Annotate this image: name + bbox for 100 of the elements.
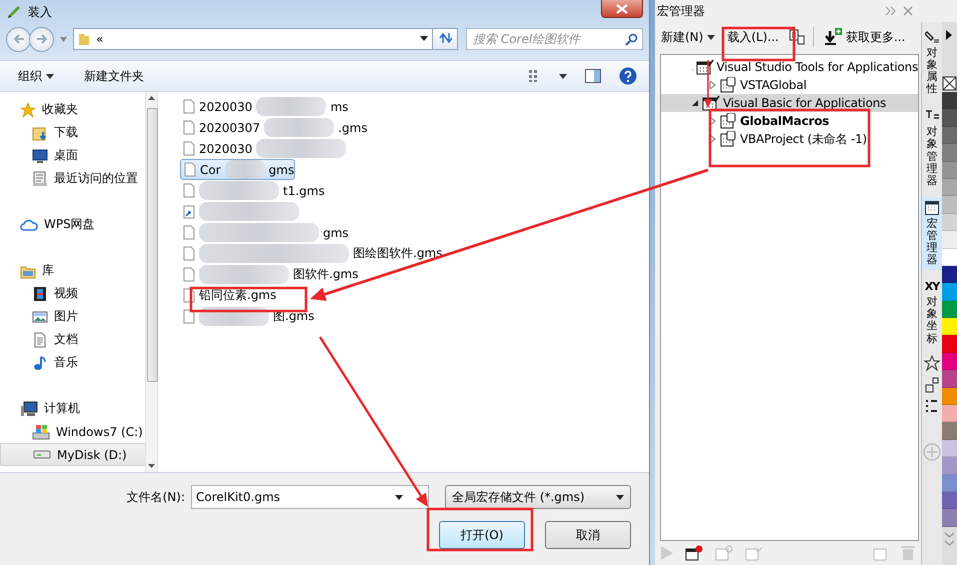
pause-macro-icon[interactable] [715, 545, 733, 561]
color-swatch[interactable] [942, 248, 957, 266]
caret-icon[interactable] [559, 74, 567, 78]
address-field[interactable]: « [73, 28, 433, 50]
color-swatch[interactable] [942, 214, 957, 232]
back-button[interactable] [6, 26, 31, 52]
color-swatch[interactable] [942, 109, 957, 127]
nav-item[interactable]: Windows7 (C:) [0, 420, 145, 443]
nav-item[interactable]: 图片 [0, 305, 145, 328]
file-row[interactable]: 2020030 ms [180, 96, 348, 117]
color-swatch[interactable] [942, 231, 957, 249]
preview-pane-icon[interactable] [585, 69, 601, 83]
nav-item[interactable]: 文档 [0, 328, 145, 351]
caret-icon[interactable] [46, 74, 54, 78]
side-tab[interactable]: XY 对象坐标 [922, 276, 942, 349]
scrollbar[interactable] [145, 92, 158, 472]
load-button[interactable]: 载入(L)... [725, 26, 781, 48]
color-swatch[interactable] [942, 300, 957, 318]
new-folder-button[interactable]: 新建文件夹 [78, 66, 150, 86]
color-swatch[interactable] [942, 492, 957, 510]
macro-project-icon [696, 59, 714, 75]
color-swatch[interactable] [942, 196, 957, 214]
tree-row[interactable]: VBAProject (未命名 -1) [661, 130, 918, 148]
forward-button[interactable] [29, 26, 54, 52]
caret-icon[interactable] [420, 36, 428, 41]
color-swatch[interactable] [942, 440, 957, 458]
nav-item[interactable]: 下载 [0, 121, 145, 144]
dotted-list-icon[interactable] [925, 398, 939, 413]
star-icon[interactable] [924, 354, 940, 371]
color-swatch[interactable] [942, 457, 957, 475]
file-row[interactable]: Cor gms [180, 159, 296, 180]
scroll-down-icon[interactable] [148, 464, 155, 468]
organize-menu[interactable]: 组织 [12, 66, 60, 86]
add-icon[interactable] [923, 442, 941, 461]
color-swatch[interactable] [942, 405, 957, 422]
record-icon[interactable] [685, 545, 703, 561]
get-more-button[interactable]: 获取更多... [822, 26, 908, 48]
color-swatch[interactable] [942, 178, 957, 196]
refresh-icon[interactable] [438, 32, 452, 44]
color-swatch[interactable] [942, 283, 957, 301]
file-name: 图软件.gms [293, 266, 358, 283]
tree-row[interactable]: VSTAGlobal [661, 76, 918, 94]
close-button[interactable] [601, 0, 643, 18]
new-menu-button[interactable]: 新建(N) [659, 26, 718, 48]
filetype-dropdown[interactable]: 全局宏存储文件 (*.gms) [445, 485, 631, 509]
color-swatch[interactable] [942, 474, 957, 492]
tree-row[interactable]: Visual Studio Tools for Applications [661, 58, 918, 76]
color-swatch[interactable] [942, 162, 957, 179]
stop-macro-icon[interactable] [745, 545, 763, 561]
caret-icon[interactable] [616, 494, 624, 500]
scroll-up-icon[interactable] [148, 96, 155, 100]
nav-item[interactable]: 音乐 [0, 351, 145, 374]
color-swatch[interactable] [942, 266, 957, 284]
file-row[interactable]: 图软件.gms [180, 264, 358, 285]
color-swatch[interactable] [942, 318, 957, 336]
file-row[interactable]: 铅同位素.gms [180, 285, 280, 306]
nav-item[interactable]: 最近访问的位置 [0, 167, 145, 190]
color-swatch[interactable] [942, 92, 957, 110]
color-swatch[interactable] [942, 370, 957, 388]
music-note-icon [32, 354, 48, 370]
expand-icon[interactable] [885, 6, 897, 16]
nav-item[interactable]: 收藏夹 [0, 98, 145, 121]
close-icon[interactable] [903, 6, 913, 16]
help-icon[interactable] [619, 67, 637, 85]
file-row[interactable]: t1.gms [180, 180, 325, 201]
file-icon [183, 141, 195, 156]
color-swatch[interactable] [942, 144, 957, 162]
download-icon[interactable] [824, 28, 842, 46]
file-row[interactable]: gms [180, 222, 349, 243]
color-swatch[interactable] [942, 388, 957, 406]
expander-icon[interactable] [691, 99, 699, 107]
nav-item[interactable]: 计算机 [0, 397, 145, 420]
nav-item[interactable]: 库 [0, 259, 145, 282]
color-swatch[interactable] [942, 352, 957, 370]
back-arrow-icon[interactable] [12, 34, 24, 44]
color-swatch[interactable] [942, 126, 957, 144]
open-button[interactable]: 打开(O) [439, 521, 525, 549]
nav-item[interactable]: MyDisk (D:) [0, 443, 145, 466]
forward-arrow-icon[interactable] [36, 34, 48, 44]
nav-item[interactable]: 桌面 [0, 144, 145, 167]
nav-item[interactable]: WPS网盘 [0, 213, 145, 236]
file-row[interactable]: 2020030 [180, 138, 346, 159]
side-tab[interactable]: 宏管理器 [922, 196, 942, 270]
color-swatch[interactable] [942, 509, 957, 527]
cancel-button[interactable]: 取消 [545, 521, 631, 549]
search-icon[interactable] [625, 32, 638, 46]
transform-icon[interactable] [925, 376, 939, 393]
color-swatch[interactable] [942, 422, 957, 440]
nav-item[interactable]: 视频 [0, 282, 145, 305]
caret-icon[interactable] [395, 495, 403, 500]
document-stack-icon[interactable] [788, 29, 805, 45]
refresh-button[interactable] [432, 28, 458, 50]
side-tab[interactable]: 对象管理器 [922, 105, 942, 191]
file-row[interactable]: 20200307 .gms [180, 117, 368, 138]
color-swatch[interactable] [942, 335, 957, 353]
caret-icon[interactable] [707, 34, 716, 40]
filename-field[interactable]: CorelKit0.gms [191, 485, 429, 509]
tree-row[interactable]: GlobalMacros [661, 112, 918, 130]
search-field[interactable]: 搜索 Corel绘图软件 [466, 28, 643, 50]
side-tab[interactable]: 对象属性 [922, 26, 942, 100]
